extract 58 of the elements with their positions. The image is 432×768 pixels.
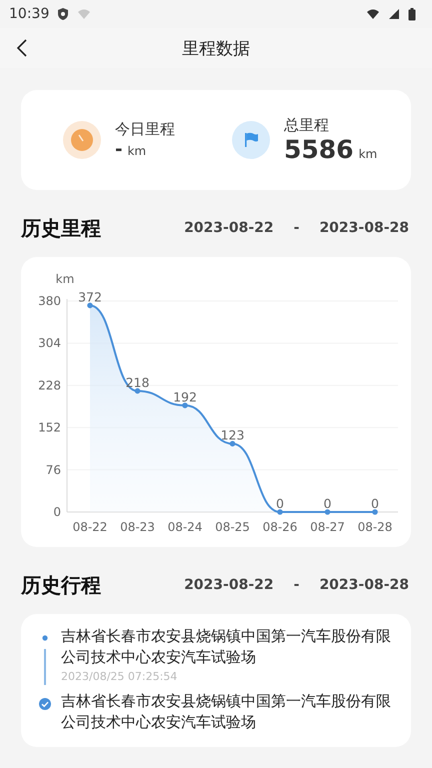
battery-icon [408, 8, 416, 20]
data-point [182, 402, 188, 408]
unit-label: km [358, 147, 378, 161]
start-date[interactable]: 2023-08-22 [184, 577, 274, 593]
data-point [134, 388, 140, 394]
data-point [230, 440, 236, 446]
timeline-line [44, 649, 46, 685]
data-point [324, 509, 330, 515]
trip-address: 吉林省长春市农安县烧锅镇中国第一汽车股份有限公司技术中心农安汽车试验场 [61, 691, 392, 733]
data-point [372, 509, 378, 515]
data-label: 123 [220, 428, 244, 443]
data-point [87, 302, 93, 308]
status-time: 10:39 [9, 6, 50, 22]
tick-label: 0 [53, 505, 61, 519]
tick-label: 08-27 [310, 520, 345, 534]
wifi-icon [366, 8, 380, 20]
tick-label: 228 [38, 378, 61, 392]
tick-label: 380 [38, 294, 61, 308]
axis-label: km [56, 272, 74, 286]
data-point [277, 509, 283, 515]
end-date[interactable]: 2023-08-28 [319, 220, 409, 236]
mileage-value: 5586 [284, 135, 354, 164]
tick-label: 08-24 [168, 520, 202, 534]
tick-label: 76 [46, 462, 61, 477]
trip-address: 吉林省长春市农安县烧锅镇中国第一汽车股份有限公司技术中心农安汽车试验场 [61, 626, 392, 668]
back-icon[interactable] [16, 38, 28, 58]
tick-label: 08-25 [215, 520, 250, 534]
section-title: 历史行程 [21, 572, 101, 598]
date-separator: - [294, 220, 300, 236]
data-label: 0 [276, 496, 284, 511]
date-separator: - [294, 577, 300, 593]
mileage-value: - [115, 139, 122, 160]
flag-icon [232, 121, 270, 159]
dot-icon [40, 633, 50, 643]
tick-label: 08-28 [358, 520, 392, 534]
data-label: 192 [173, 389, 197, 404]
start-date[interactable]: 2023-08-22 [184, 220, 274, 236]
data-label: 218 [126, 374, 150, 390]
mileage-label: 今日里程 [115, 120, 175, 139]
tick-label: 304 [38, 336, 61, 350]
page-title: 里程数据 [182, 38, 250, 60]
tick-label: 08-26 [262, 520, 298, 534]
signal-icon [388, 8, 400, 20]
trip-time: 2023/08/25 07:25:54 [61, 670, 178, 683]
tick-label: 152 [38, 420, 61, 435]
check-icon [39, 698, 51, 710]
data-label: 372 [78, 289, 102, 304]
data-label: 0 [371, 496, 379, 511]
mileage-label: 总里程 [284, 116, 330, 135]
section-title: 历史里程 [21, 214, 101, 242]
stopwatch-icon [63, 121, 101, 159]
shield-icon [57, 7, 70, 21]
unit-label: km [127, 144, 146, 158]
data-label: 0 [324, 496, 332, 511]
tick-label: 08-22 [72, 520, 108, 534]
tick-label: 08-23 [120, 520, 155, 534]
wifi-icon [77, 8, 92, 20]
end-date[interactable]: 2023-08-28 [319, 577, 409, 593]
